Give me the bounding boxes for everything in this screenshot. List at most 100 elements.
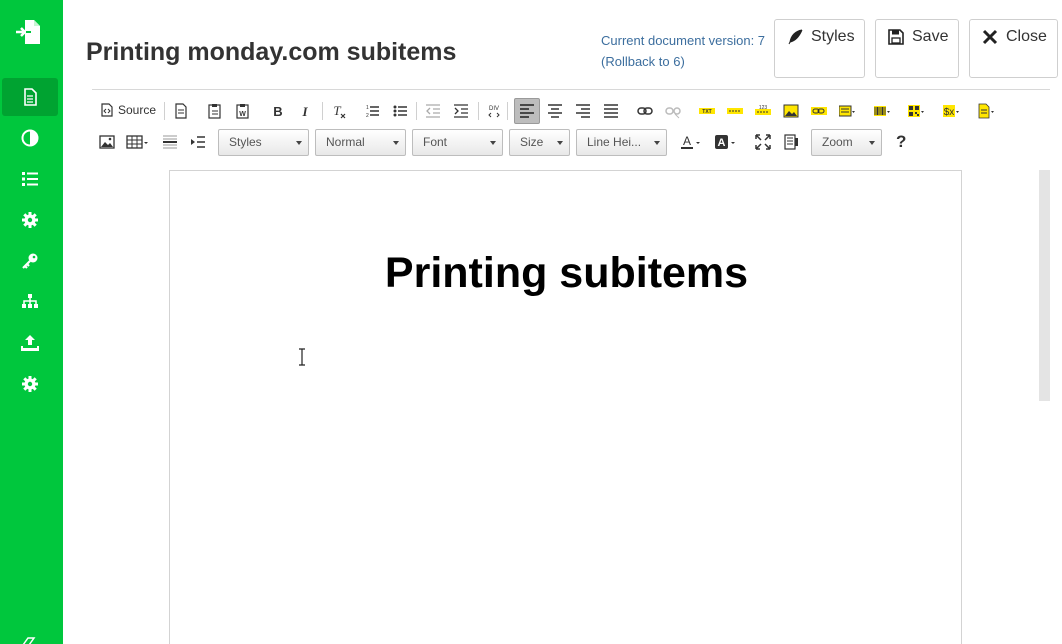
floppy-disk-icon	[888, 29, 904, 45]
sidebar-item-key[interactable]	[2, 242, 58, 280]
justify-icon[interactable]	[603, 103, 619, 119]
header-divider	[92, 89, 1050, 90]
text-cursor-icon	[298, 348, 306, 366]
link-icon[interactable]	[637, 103, 653, 119]
sidebar-item-list[interactable]	[2, 160, 58, 198]
remove-format-icon[interactable]: T	[331, 103, 347, 119]
source-icon	[101, 103, 113, 117]
insert-text-field-icon[interactable]: TXT	[699, 103, 715, 119]
format-combo-value: Normal	[326, 135, 365, 149]
toolbar-separator	[507, 102, 508, 120]
toolbar-separator	[416, 102, 417, 120]
document-version: Current document version: 7 (Rollback to…	[601, 30, 765, 72]
align-center-icon[interactable]	[547, 103, 563, 119]
styles-button-label: Styles	[811, 28, 855, 45]
paste-from-word-icon[interactable]: W	[235, 103, 251, 119]
sidebar-item-contrast[interactable]	[2, 119, 58, 157]
svg-text:2: 2	[366, 113, 369, 119]
styles-combo[interactable]: Styles	[218, 129, 309, 156]
svg-text:T: T	[333, 103, 341, 118]
upload-icon	[21, 335, 39, 351]
insert-placeholder-icon[interactable]	[727, 103, 743, 119]
svg-text:1: 1	[366, 105, 369, 111]
svg-text:A: A	[718, 137, 726, 149]
svg-text:DIV: DIV	[489, 106, 499, 112]
feather-icon	[788, 29, 803, 45]
zoom-combo-value: Zoom	[822, 135, 853, 149]
chevron-down-icon	[557, 141, 563, 145]
save-button[interactable]: Save	[875, 19, 959, 78]
background-color-dropdown-icon[interactable]: A	[714, 134, 738, 150]
document-heading[interactable]: Printing subitems	[170, 249, 963, 298]
svg-text:A: A	[683, 134, 691, 148]
sidebar	[0, 0, 63, 644]
sidebar-item-gear[interactable]	[2, 201, 58, 239]
styles-combo-value: Styles	[229, 135, 262, 149]
new-page-icon[interactable]	[173, 103, 189, 119]
size-combo-value: Size	[520, 135, 544, 149]
text-color-dropdown-icon[interactable]: A	[680, 134, 704, 150]
format-combo[interactable]: Normal	[315, 129, 406, 156]
collapse-icon[interactable]	[20, 634, 40, 644]
list-icon	[22, 172, 38, 186]
insert-table-field-dropdown-icon[interactable]	[839, 103, 855, 119]
page-break-icon[interactable]	[190, 134, 206, 150]
font-combo-value: Font	[423, 135, 448, 149]
chevron-down-icon	[654, 141, 660, 145]
chevron-down-icon	[296, 141, 302, 145]
italic-icon[interactable]: I	[297, 103, 313, 119]
sidebar-item-upload[interactable]	[2, 324, 58, 362]
unlink-icon[interactable]	[665, 103, 681, 119]
source-button[interactable]: Source	[100, 103, 156, 117]
image-icon[interactable]	[99, 134, 115, 150]
sitemap-icon	[22, 294, 38, 308]
close-button[interactable]: Close	[969, 19, 1058, 78]
settings-icon	[22, 376, 38, 392]
align-right-icon[interactable]	[575, 103, 591, 119]
contrast-icon	[21, 129, 39, 147]
document-icon	[24, 88, 37, 106]
size-combo[interactable]: Size	[509, 129, 570, 156]
table-dropdown-icon[interactable]	[126, 134, 150, 150]
editor-scrollbar[interactable]	[1039, 170, 1050, 401]
source-button-label: Source	[118, 103, 157, 117]
save-button-label: Save	[912, 28, 949, 45]
font-combo[interactable]: Font	[412, 129, 503, 156]
barcode-dropdown-icon[interactable]	[874, 103, 890, 119]
qr-code-dropdown-icon[interactable]	[908, 103, 924, 119]
close-icon	[982, 29, 998, 45]
version-text: Current document version: 7	[601, 33, 766, 48]
decrease-indent-icon[interactable]	[425, 103, 441, 119]
variable-dropdown-icon[interactable]: $x	[943, 103, 959, 119]
template-dropdown-icon[interactable]	[978, 103, 994, 119]
bulleted-list-icon[interactable]	[392, 103, 408, 119]
svg-text:123: 123	[759, 105, 768, 111]
increase-indent-icon[interactable]	[453, 103, 469, 119]
maximize-icon[interactable]	[755, 134, 771, 150]
app-logo-icon[interactable]	[13, 17, 43, 47]
toolbar-separator	[322, 102, 323, 120]
create-div-icon[interactable]: DIV	[486, 103, 502, 119]
svg-text:I: I	[301, 104, 308, 119]
rollback-link[interactable]: (Rollback to 6)	[601, 51, 765, 72]
document-editor[interactable]: Printing subitems	[169, 170, 962, 644]
align-left-icon[interactable]	[519, 103, 535, 119]
numbered-list-icon[interactable]: 12	[364, 103, 380, 119]
line-height-combo[interactable]: Line Hei...	[576, 129, 667, 156]
help-button[interactable]: ?	[896, 132, 906, 152]
horizontal-line-icon[interactable]	[162, 134, 178, 150]
bold-icon[interactable]: B	[270, 103, 286, 119]
insert-counter-icon[interactable]: 123	[755, 103, 771, 119]
insert-link-field-icon[interactable]	[811, 103, 827, 119]
zoom-combo[interactable]: Zoom	[811, 129, 882, 156]
close-button-label: Close	[1006, 28, 1047, 45]
chevron-down-icon	[393, 141, 399, 145]
sidebar-item-settings[interactable]	[2, 365, 58, 403]
sidebar-item-sitemap[interactable]	[2, 283, 58, 321]
page-title: Printing monday.com subitems	[86, 38, 457, 66]
paste-icon[interactable]	[207, 103, 223, 119]
sidebar-item-document[interactable]	[2, 78, 58, 116]
show-blocks-icon[interactable]	[783, 134, 799, 150]
insert-image-field-icon[interactable]	[783, 103, 799, 119]
styles-button[interactable]: Styles	[774, 19, 865, 78]
